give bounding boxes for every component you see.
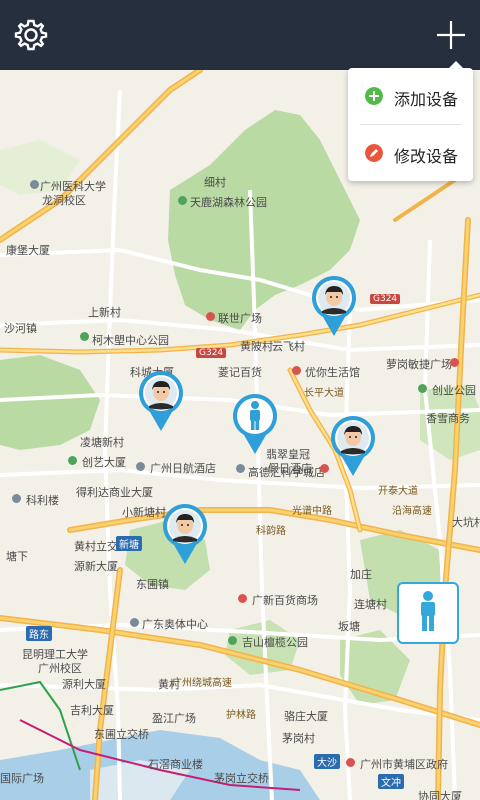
map-label: 广州市黄埔区政府 <box>360 758 448 771</box>
poi-dot <box>178 196 187 205</box>
top-bar <box>0 0 480 70</box>
poi-dot <box>30 180 39 189</box>
map-label: 大坑村 <box>452 516 480 529</box>
map-label: 天鹿湖森林公园 <box>190 196 267 209</box>
road-label: 沿海高速 <box>392 506 432 517</box>
map-label: 吉山檀榄公园 <box>242 636 308 649</box>
map-label: 柯木塱中心公园 <box>92 334 169 347</box>
map-label: 广东奥体中心 <box>142 618 208 631</box>
device-avatar-pin[interactable] <box>329 415 377 477</box>
map-label: 源利大厦 <box>62 678 106 691</box>
map-label: 广州日航酒店 <box>150 462 216 475</box>
road-label: 科韵路 <box>256 526 286 537</box>
map-label: 石滘商业楼 <box>148 758 203 771</box>
map-label: 广新百货商场 <box>252 594 318 607</box>
metro-label: 文冲 <box>378 774 404 789</box>
poi-dot <box>292 366 301 375</box>
highway-shield: G324 <box>196 348 227 358</box>
map-label: 广州校区 <box>38 662 82 675</box>
add-circle-icon <box>365 87 383 105</box>
map-label: 骆庄大厦 <box>284 710 328 723</box>
road-label: 护林路 <box>226 710 256 721</box>
poi-dot <box>238 594 247 603</box>
poi-dot <box>80 332 89 341</box>
map-label: 细村 <box>204 176 226 189</box>
menu-item-add-device[interactable]: 添加设备 <box>348 68 473 124</box>
poi-dot <box>418 384 427 393</box>
metro-label: 大沙 <box>314 754 340 769</box>
map-label: 联世广场 <box>218 312 262 325</box>
map-label: 东圃镇 <box>136 578 169 591</box>
poi-dot <box>450 358 459 367</box>
poi-dot <box>68 456 77 465</box>
settings-gear-icon[interactable] <box>14 18 48 52</box>
map-label: 塘下 <box>6 550 28 563</box>
poi-dot <box>346 758 355 767</box>
edit-pencil-icon <box>365 144 383 162</box>
poi-dot <box>136 462 145 471</box>
map-label: 科利楼 <box>26 494 59 507</box>
map-label: 黄陂村 <box>240 340 273 353</box>
map-label: 加庄 <box>350 568 372 581</box>
map-label: 云飞村 <box>272 340 305 353</box>
highway-shield: G324 <box>370 294 401 304</box>
poi-dot <box>236 464 245 473</box>
map-label: 茅岗立交桥 <box>214 772 269 785</box>
locate-me-button[interactable] <box>397 582 459 644</box>
map-label: 国际广场 <box>0 772 44 785</box>
menu-item-edit-device[interactable]: 修改设备 <box>348 125 473 181</box>
add-plus-icon[interactable] <box>434 18 468 52</box>
person-icon <box>421 591 435 631</box>
poi-dot <box>206 312 215 321</box>
map-label: 茅岗村 <box>282 732 315 745</box>
menu-item-label: 修改设备 <box>394 147 459 166</box>
road-label: 开泰大道 <box>378 486 418 497</box>
map-label: 沙河镇 <box>4 322 37 335</box>
road-label: 光谱中路 <box>292 506 332 517</box>
device-avatar-pin[interactable] <box>161 503 209 565</box>
poi-dot <box>228 636 237 645</box>
road-label: 长平大道 <box>304 388 344 399</box>
map-label: 坂塘 <box>338 620 360 633</box>
map-label: 龙洞校区 <box>42 194 86 207</box>
map-label: 黄村立交 <box>74 540 118 553</box>
map-label: 盈江广场 <box>152 712 196 725</box>
map-label: 创业公园 <box>432 384 476 397</box>
road-label: 广州绕城高速 <box>172 678 232 689</box>
map-label: 香雪商务 <box>426 412 470 425</box>
map-label: 小新塘村 <box>122 506 166 519</box>
my-location-person-pin[interactable] <box>231 393 279 455</box>
metro-label: 新塘 <box>116 536 142 551</box>
map-label: 创艺大厦 <box>82 456 126 469</box>
map-label: 菱记百货 <box>218 366 262 379</box>
map-label: 协同大厦 <box>418 790 462 800</box>
map-label: 得利达商业大厦 <box>76 486 153 499</box>
device-avatar-pin[interactable] <box>310 275 358 337</box>
map-label: 源新大厦 <box>74 560 118 573</box>
poi-dot <box>12 494 21 503</box>
device-avatar-pin[interactable] <box>137 370 185 432</box>
map-label: 萝岗敏捷广场 <box>386 358 452 371</box>
map-label: 康堡大厦 <box>6 244 50 257</box>
map-label: 连塘村 <box>354 598 387 611</box>
map-label: 东圃立交桥 <box>94 728 149 741</box>
map-label: 吉利大厦 <box>70 704 114 717</box>
poi-dot <box>130 618 139 627</box>
map-label: 优你生活馆 <box>305 366 360 379</box>
map-label: 凌塘新村 <box>80 436 124 449</box>
menu-item-label: 添加设备 <box>394 90 459 109</box>
map-label: 高德汇科学城店 <box>248 466 325 479</box>
device-dropdown-menu: 添加设备 修改设备 <box>348 61 473 181</box>
map-label: 上新村 <box>88 306 121 319</box>
metro-label: 路东 <box>26 626 52 641</box>
poi-dot <box>320 464 329 473</box>
